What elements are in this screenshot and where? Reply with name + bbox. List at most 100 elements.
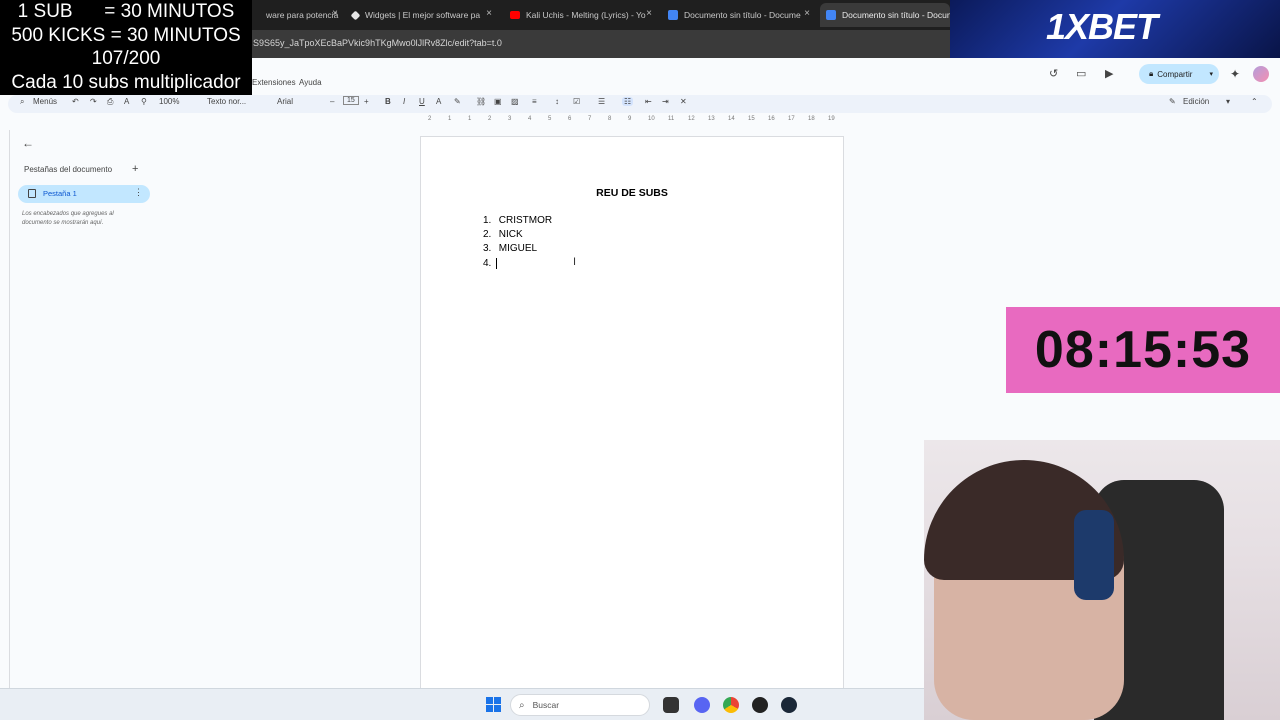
avatar[interactable] (1253, 66, 1269, 82)
increase-indent-icon[interactable]: ⇥ (662, 97, 669, 106)
discord-icon[interactable] (694, 697, 710, 713)
google-docs-icon (668, 10, 678, 20)
highlight-icon[interactable]: ✎ (454, 97, 461, 106)
ruler-tick-label: 13 (708, 116, 715, 122)
spellcheck-icon[interactable]: A (124, 97, 129, 106)
overlay-line: 500 KICKS = 30 MINUTOS (11, 24, 241, 46)
list-text: NICK (498, 229, 523, 240)
clear-formatting-icon[interactable]: ✕ (680, 97, 687, 106)
bulleted-list-icon[interactable]: ☰ (598, 97, 605, 106)
ruler-tick-label: 2 (428, 116, 432, 122)
taskbar-search[interactable]: ⌕ Buscar (510, 694, 650, 716)
list-item[interactable]: 2. NICK (483, 229, 523, 240)
chevron-up-icon[interactable]: ⌃ (1251, 97, 1258, 106)
font-size-decrease-button[interactable]: – (330, 97, 334, 106)
ruler-tick-label: 6 (568, 116, 572, 122)
mode-select[interactable]: Edición (1183, 97, 1209, 106)
ruler-tick-label: 3 (508, 116, 512, 122)
style-select[interactable]: Texto nor... (207, 97, 246, 106)
tab-title: Kali Uchis - Melting (Lyrics) - Yo (526, 10, 646, 20)
bold-icon[interactable]: B (385, 97, 391, 106)
ruler-tick-label: 17 (788, 116, 795, 122)
font-select[interactable]: Arial (277, 97, 293, 106)
sidebar-item-tab-1[interactable]: Pestaña 1 ⋮ (18, 185, 150, 203)
browser-tab[interactable]: Documento sin título - Docume × (662, 3, 814, 27)
zoom-select[interactable]: 100% (159, 97, 179, 106)
close-icon[interactable]: × (646, 8, 652, 19)
vertical-ruler[interactable] (0, 130, 10, 690)
list-item[interactable]: 3. MIGUEL (483, 243, 537, 254)
font-size-increase-button[interactable]: + (364, 97, 369, 106)
overlay-line: 107/200 (91, 48, 161, 69)
print-icon[interactable]: ⎙ (107, 97, 113, 107)
text-color-icon[interactable]: A (436, 97, 441, 106)
ruler-tick-label: 2 (488, 116, 492, 122)
paint-format-icon[interactable]: ⚲ (141, 97, 147, 106)
steam-icon[interactable] (781, 697, 797, 713)
ruler-tick-label: 9 (628, 116, 632, 122)
checklist-icon[interactable]: ☑ (573, 97, 580, 106)
list-text: MIGUEL (498, 243, 538, 254)
toolbar: ⌕ Menús ↶ ↷ ⎙ A ⚲ 100% Texto nor... Aria… (8, 95, 1272, 113)
share-label: Compartir (1157, 69, 1193, 79)
webcam-feed (924, 440, 1280, 720)
undo-icon[interactable]: ↶ (72, 97, 79, 106)
link-icon[interactable]: ⛓ (476, 97, 486, 106)
sidebar-item-label: Pestaña 1 (43, 189, 77, 198)
list-item[interactable]: 4. (483, 258, 496, 269)
back-arrow-icon[interactable]: ← (22, 136, 34, 150)
list-number: 1. (483, 215, 492, 226)
italic-icon[interactable]: I (403, 97, 405, 106)
meet-icon[interactable]: ▶ (1105, 67, 1113, 80)
chevron-down-icon: ▾ (1209, 71, 1213, 78)
history-icon[interactable]: ↺ (1049, 67, 1058, 80)
horizontal-ruler[interactable]: 2 1 1 2 3 4 5 6 7 8 9 10 11 12 13 14 15 16 17 18 19 (420, 116, 844, 126)
text-cursor (496, 258, 497, 269)
obs-icon[interactable] (752, 697, 768, 713)
menu-extensiones[interactable]: Extensiones (252, 78, 296, 87)
ruler-tick-label: 1 (468, 116, 472, 122)
windows-start-icon[interactable] (486, 697, 501, 712)
app-icon[interactable] (663, 697, 679, 713)
menus-search-label[interactable]: Menús (33, 97, 57, 106)
align-icon[interactable]: ≡ (532, 97, 537, 106)
numbered-list-icon[interactable]: ☷ (622, 97, 634, 106)
search-menus-icon[interactable]: ⌕ (20, 97, 24, 107)
decrease-indent-icon[interactable]: ⇤ (645, 97, 652, 106)
close-icon[interactable]: × (332, 8, 338, 19)
taskbar: ⌕ Buscar (0, 688, 924, 720)
share-button[interactable]: 🔒︎ Compartir ▾ (1139, 64, 1219, 84)
search-placeholder: Buscar (532, 700, 560, 710)
sidebar-title: Pestañas del documento (24, 165, 113, 174)
add-tab-button[interactable]: + (132, 163, 138, 175)
browser-tab-active[interactable]: Documento sin título - Docum (820, 3, 950, 27)
comment-add-icon[interactable]: ▣ (494, 97, 502, 106)
underline-icon[interactable]: U (419, 97, 425, 106)
ruler-tick-label: 7 (588, 116, 592, 122)
google-docs-icon (826, 10, 836, 20)
close-icon[interactable]: × (804, 8, 810, 19)
comment-icon[interactable]: ▭ (1076, 67, 1086, 80)
document-title[interactable]: REU DE SUBS (420, 187, 844, 199)
image-icon[interactable]: ▨ (511, 97, 519, 106)
redo-icon[interactable]: ↷ (90, 97, 97, 106)
headset-image (1074, 510, 1114, 600)
line-spacing-icon[interactable]: ↕ (555, 97, 559, 106)
chrome-icon[interactable] (723, 697, 739, 713)
url-text[interactable]: S9S65y_JaTpoXEcBaPVkic9hTKgMwo0lJlRv8Zlc… (253, 38, 502, 48)
menu-ayuda[interactable]: Ayuda (299, 78, 322, 87)
edit-mode-icon[interactable]: ✎ (1169, 97, 1176, 106)
list-item[interactable]: 1. CRISTMOR (483, 215, 552, 226)
ruler-tick-label: 19 (828, 116, 835, 122)
timer-value: 08:15:53 (1034, 321, 1252, 379)
gemini-icon[interactable]: ✦ (1230, 67, 1240, 81)
ruler-tick-label: 4 (528, 116, 532, 122)
chevron-down-icon[interactable]: ▾ (1226, 97, 1230, 106)
close-icon[interactable]: × (486, 8, 492, 19)
browser-tab[interactable]: Kali Uchis - Melting (Lyrics) - Yo × (504, 3, 656, 27)
browser-tab[interactable]: ware para potenciá × (252, 3, 342, 27)
browser-tab[interactable]: Widgets | El mejor software pa × (346, 3, 496, 27)
more-options-icon[interactable]: ⋮ (134, 187, 143, 198)
font-size-input[interactable]: 15 (343, 96, 359, 105)
list-text: CRISTMOR (498, 215, 553, 226)
